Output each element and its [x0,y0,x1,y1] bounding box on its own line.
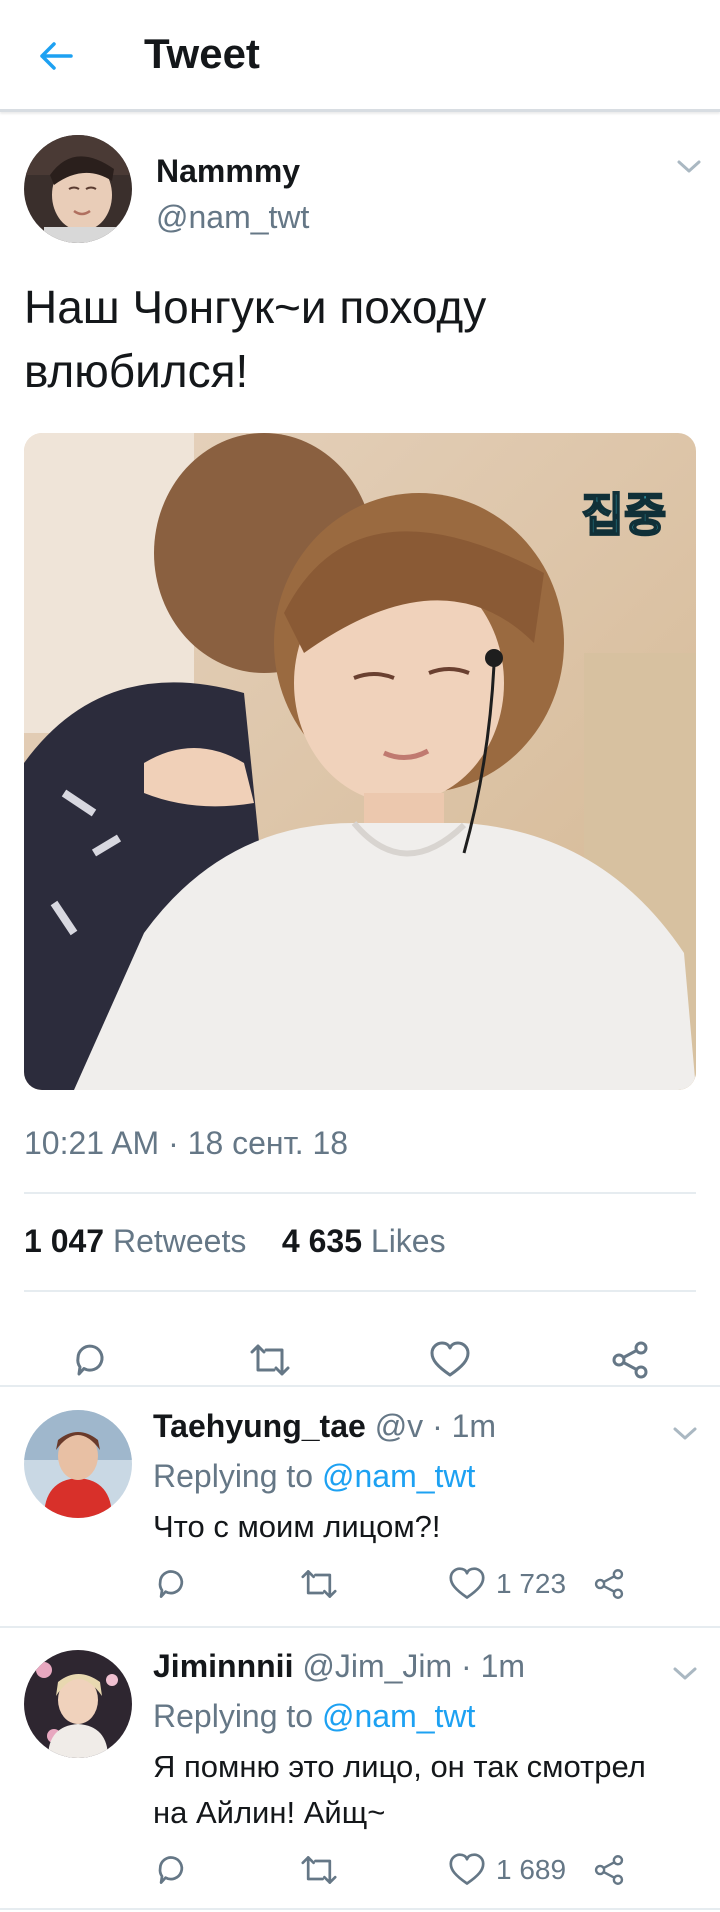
replying-to: Replying to @nam_twt [153,1458,475,1495]
like-icon [449,1567,485,1599]
page-title: Tweet [144,30,260,77]
divider [24,1290,696,1292]
media-overlay-text: 집중 [582,488,667,542]
share-icon [594,1569,624,1599]
share-icon [594,1855,624,1885]
reply-icon [158,1570,184,1598]
chevron-down-icon[interactable] [672,1666,698,1682]
reply-icon [158,1856,184,1884]
retweet-button[interactable] [299,1850,339,1890]
retweets-label: Retweets [112,1223,247,1259]
replying-to: Replying to @nam_twt [153,1698,475,1735]
tweet-timestamp[interactable]: 10:21 AM · 18 сент. 18 [24,1125,348,1162]
share-icon [612,1341,648,1379]
author-handle[interactable]: @nam_twt [156,199,309,236]
tweet-text: Наш Чонгук~и походу влюбился! [24,281,487,397]
like-button[interactable]: 1 689 [448,1850,566,1890]
author-name[interactable]: Nammmy [156,153,300,190]
like-icon [430,1341,470,1377]
retweet-button[interactable] [246,1336,294,1384]
reply-header: Jiminnnii @Jim_Jim · 1m [153,1648,525,1685]
share-button[interactable] [606,1336,654,1384]
reply-author-name[interactable]: Taehyung_tae [153,1408,366,1444]
mention-link[interactable]: @nam_twt [322,1458,475,1494]
reply-author-name[interactable]: Jiminnnii [153,1648,293,1684]
reply-avatar[interactable] [24,1410,132,1518]
reply-tweet[interactable]: Jiminnnii @Jim_Jim · 1m Replying to @nam… [0,1628,720,1912]
reply-meta: @Jim_Jim · 1m [302,1648,526,1684]
share-button[interactable] [592,1850,626,1890]
retweet-icon [301,1856,337,1884]
retweet-button[interactable] [299,1564,339,1604]
tweet-stats: 1 047 Retweets 4 635 Likes [24,1223,446,1260]
back-button[interactable] [34,34,78,78]
reply-button[interactable] [66,1336,114,1384]
like-button[interactable] [426,1336,474,1384]
reply-icon [76,1344,104,1376]
replying-prefix: Replying to [153,1458,314,1494]
retweets-stat[interactable]: 1 047 Retweets [24,1223,246,1259]
likes-label: Likes [370,1223,446,1259]
reply-meta: @v · 1m [374,1408,497,1444]
like-count: 1 689 [496,1854,567,1885]
mention-link[interactable]: @nam_twt [322,1698,475,1734]
divider [0,1908,720,1910]
author-avatar[interactable] [24,135,132,243]
replying-prefix: Replying to [153,1698,314,1734]
like-icon [449,1853,485,1885]
retweet-icon [301,1570,337,1598]
chevron-down-icon[interactable] [676,159,702,175]
reply-button[interactable] [153,1850,189,1890]
likes-stat[interactable]: 4 635 Likes [282,1223,446,1259]
arrow-left-icon [40,42,73,70]
reply-text: Что с моим лицом?! [153,1509,441,1544]
reply-text: Я помню это лицо, он так смотрел на Айли… [153,1749,646,1830]
chevron-down-icon[interactable] [672,1426,698,1442]
tweet-media-image[interactable]: 집중 [24,433,696,1090]
divider [0,1385,720,1387]
like-count: 1 723 [496,1568,567,1599]
retweets-count: 1 047 [24,1223,105,1259]
divider [24,1192,696,1194]
like-button[interactable]: 1 723 [448,1564,566,1604]
reply-avatar[interactable] [24,1650,132,1758]
share-button[interactable] [592,1564,626,1604]
reply-header: Taehyung_tae @v · 1m [153,1408,496,1445]
retweet-icon [250,1344,290,1376]
likes-count: 4 635 [281,1223,362,1259]
reply-tweet[interactable]: Taehyung_tae @v · 1m Replying to @nam_tw… [0,1388,720,1626]
top-bar: Tweet [0,0,720,112]
reply-button[interactable] [153,1564,189,1604]
